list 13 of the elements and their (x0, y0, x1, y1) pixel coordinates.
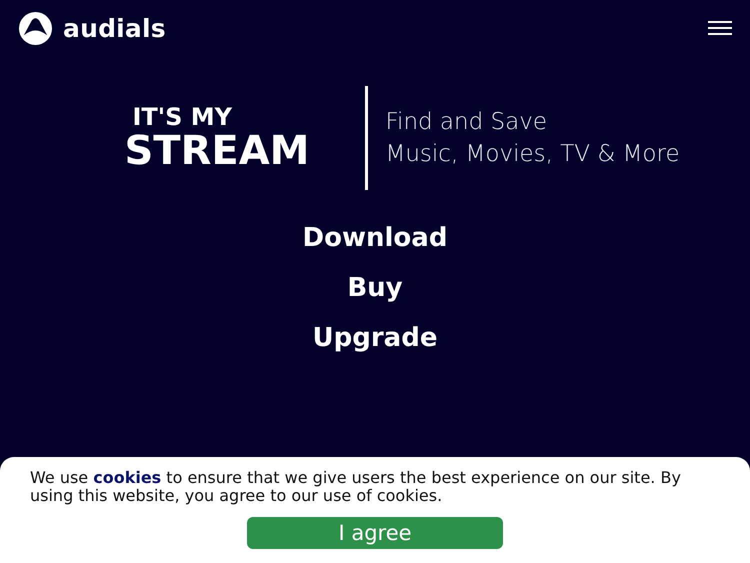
nav-link[interactable]: Buy (347, 270, 403, 306)
tagline: IT'S MY (132, 104, 232, 130)
agree-button[interactable]: I agree (247, 517, 503, 549)
cookie-notice: We use cookies to ensure that we give users the best experience on our site. By using this website, you agree to our use of cookies. (30, 469, 682, 505)
menu-button[interactable] (708, 21, 732, 35)
subtitle: Find and Save (386, 108, 548, 137)
nav-link[interactable]: Upgrade (312, 320, 438, 356)
logo-icon (18, 10, 53, 46)
nav-link[interactable]: Download (302, 220, 448, 256)
logo-text: audials (63, 14, 166, 42)
subtitle: Music, Movies, TV & More (386, 140, 681, 169)
tagline-heading: STREAM (124, 130, 310, 172)
cookies-link[interactable]: cookies (93, 468, 162, 487)
